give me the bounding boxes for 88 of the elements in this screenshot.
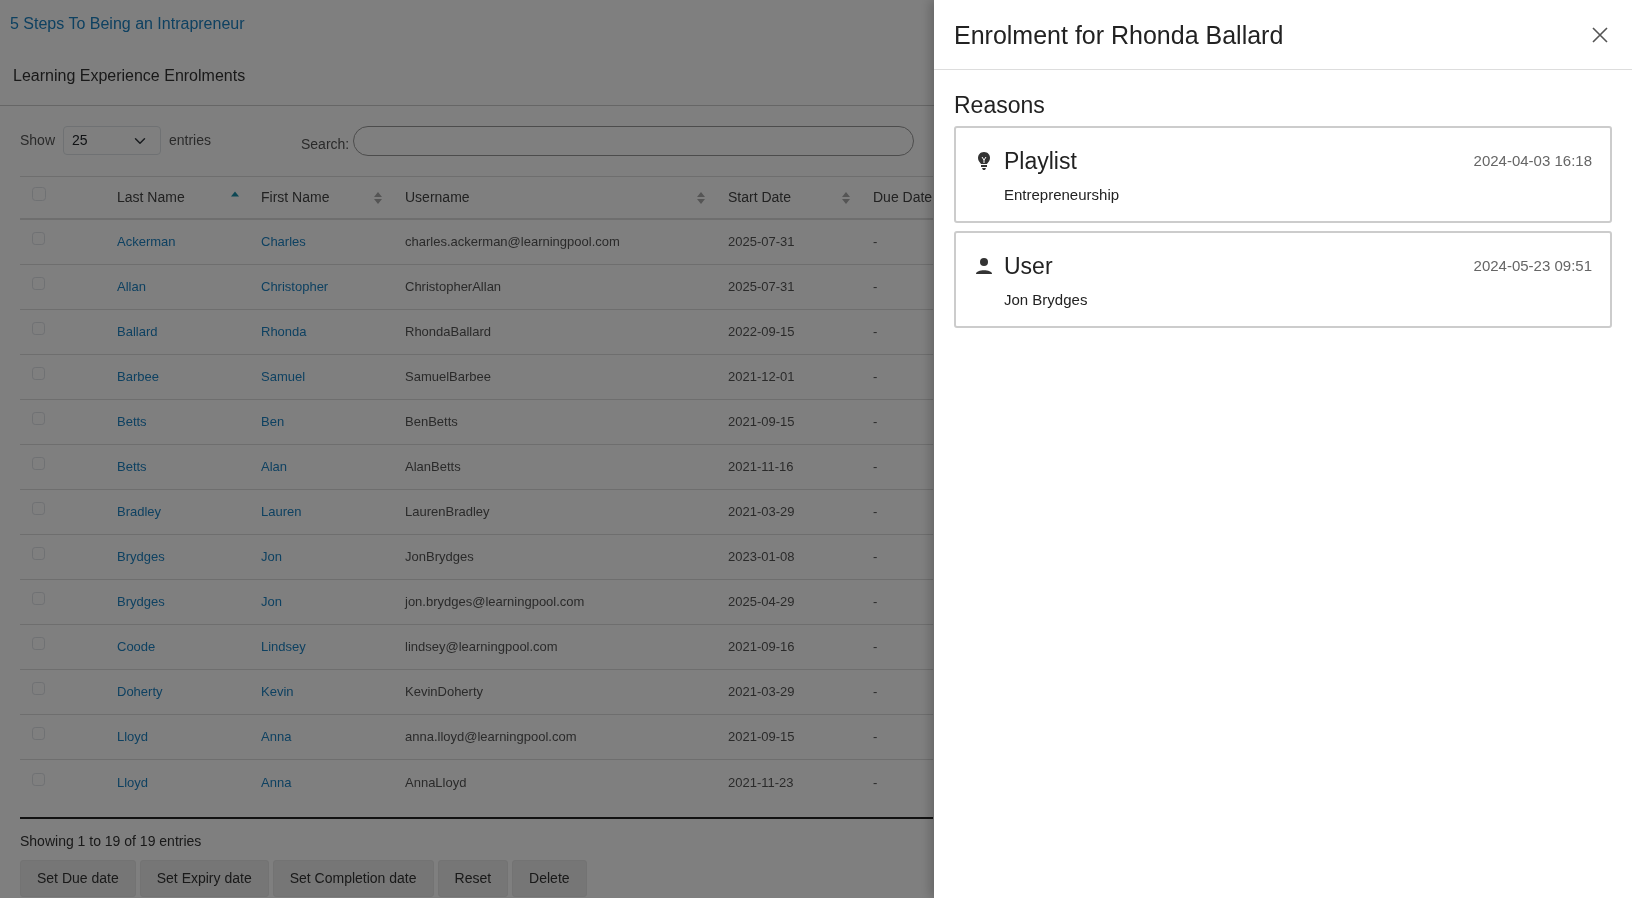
table-cell: - (861, 534, 933, 580)
last-name-link[interactable]: Lloyd (117, 729, 149, 745)
first-name-link[interactable]: Christopher (261, 279, 329, 295)
table-cell: 2021-11-23 (716, 759, 861, 805)
table-cell: 2021-03-29 (716, 489, 861, 535)
table-cell: 2021-09-16 (716, 624, 861, 670)
table-cell: 2023-01-08 (716, 534, 861, 580)
entries-info: Showing 1 to 19 of 19 entries (20, 832, 203, 851)
table-cell: lindsey@learningpool.com (393, 624, 716, 670)
search-label: Search: (301, 135, 350, 154)
table-cell: - (861, 759, 933, 805)
first-name-link[interactable]: Samuel (261, 369, 306, 385)
last-name-link[interactable]: Bradley (117, 504, 162, 520)
reason-date: 2024-05-23 09:51 (1473, 255, 1592, 276)
last-name-link[interactable]: Betts (117, 414, 147, 430)
table-cell: JonBrydges (393, 534, 716, 580)
last-name-link[interactable]: Barbee (117, 369, 159, 385)
table-cell: jon.brydges@learningpool.com (393, 579, 716, 625)
last-name-link[interactable]: Allan (117, 279, 146, 295)
column-header[interactable]: Username (393, 176, 716, 219)
column-header[interactable]: First Name (249, 176, 393, 219)
table-cell: ChristopherAllan (393, 264, 716, 310)
first-name-link[interactable]: Jon (261, 594, 282, 610)
reason-title: User (1004, 251, 1053, 281)
column-header[interactable]: Last Name (105, 176, 249, 219)
column-header[interactable]: Start Date (716, 176, 861, 219)
first-name-link[interactable]: Anna (261, 774, 292, 790)
table-cell: KevinDoherty (393, 669, 716, 715)
table-cell: - (861, 399, 933, 445)
first-name-link[interactable]: Lindsey (261, 639, 306, 655)
table-cell: - (861, 219, 933, 265)
first-name-link[interactable]: Ben (261, 414, 285, 430)
first-name-link[interactable]: Rhonda (261, 324, 307, 340)
table-cell: 2021-11-16 (716, 444, 861, 490)
table-cell: 2021-09-15 (716, 399, 861, 445)
table-cell: - (861, 714, 933, 760)
section-heading: Reasons (953, 91, 1046, 120)
table-cell: - (861, 354, 933, 400)
last-name-link[interactable]: Lloyd (117, 774, 149, 790)
table-cell: AlanBetts (393, 444, 716, 490)
show-label: Show (20, 131, 56, 150)
table-cell: 2021-09-15 (716, 714, 861, 760)
table-cell: AnnaLloyd (393, 759, 716, 805)
reason-detail: Entrepreneurship (1003, 185, 1121, 206)
last-name-link[interactable]: Ballard (117, 324, 158, 340)
table-cell: LaurenBradley (393, 489, 716, 535)
entries-label: entries (168, 131, 211, 150)
first-name-link[interactable]: Anna (261, 729, 292, 745)
table-cell: 2025-07-31 (716, 219, 861, 265)
page-size-select[interactable]: 25 (63, 126, 161, 155)
table-cell: 2021-12-01 (716, 354, 861, 400)
table-cell: 2022-09-15 (716, 309, 861, 355)
first-name-link[interactable]: Kevin (261, 684, 294, 700)
last-name-link[interactable]: Brydges (117, 594, 165, 610)
section-title: Learning Experience Enrolments (13, 65, 246, 86)
person-icon (974, 255, 994, 276)
table-cell: 2021-03-29 (716, 669, 861, 715)
search-field[interactable] (353, 126, 914, 156)
close-icon (1592, 26, 1608, 43)
last-name-link[interactable]: Ackerman (117, 234, 176, 250)
table-cell: 2025-04-29 (716, 579, 861, 625)
page-title-link[interactable]: 5 Steps To Being an Intrapreneur (10, 15, 245, 32)
table-cell: - (861, 489, 933, 535)
table-cell: - (861, 309, 933, 355)
reason-date: 2024-04-03 16:18 (1473, 150, 1592, 171)
table-cell: SamuelBarbee (393, 354, 716, 400)
table-cell: BenBetts (393, 399, 716, 445)
table-cell: charles.ackerman@learningpool.com (393, 219, 716, 265)
reason-detail: Jon Brydges (1003, 290, 1089, 311)
first-name-link[interactable]: Charles (261, 234, 306, 250)
first-name-link[interactable]: Lauren (261, 504, 302, 520)
table-cell: 2025-07-31 (716, 264, 861, 310)
last-name-link[interactable]: Brydges (117, 549, 165, 565)
table-cell: - (861, 444, 933, 490)
last-name-link[interactable]: Doherty (117, 684, 163, 700)
panel-title: Enrolment for Rhonda Ballard (954, 19, 1284, 50)
last-name-link[interactable]: Betts (117, 459, 147, 475)
table-cell: - (861, 579, 933, 625)
first-name-link[interactable]: Alan (261, 459, 288, 475)
column-header[interactable]: Due Date (861, 176, 933, 219)
table-cell: - (861, 264, 933, 310)
first-name-link[interactable]: Jon (261, 549, 282, 565)
last-name-link[interactable]: Coode (117, 639, 156, 655)
reason-title: Playlist (1004, 146, 1077, 176)
table-cell: - (861, 624, 933, 670)
table-cell: anna.lloyd@learningpool.com (393, 714, 716, 760)
table-cell: - (861, 669, 933, 715)
table-cell: RhondaBallard (393, 309, 716, 355)
